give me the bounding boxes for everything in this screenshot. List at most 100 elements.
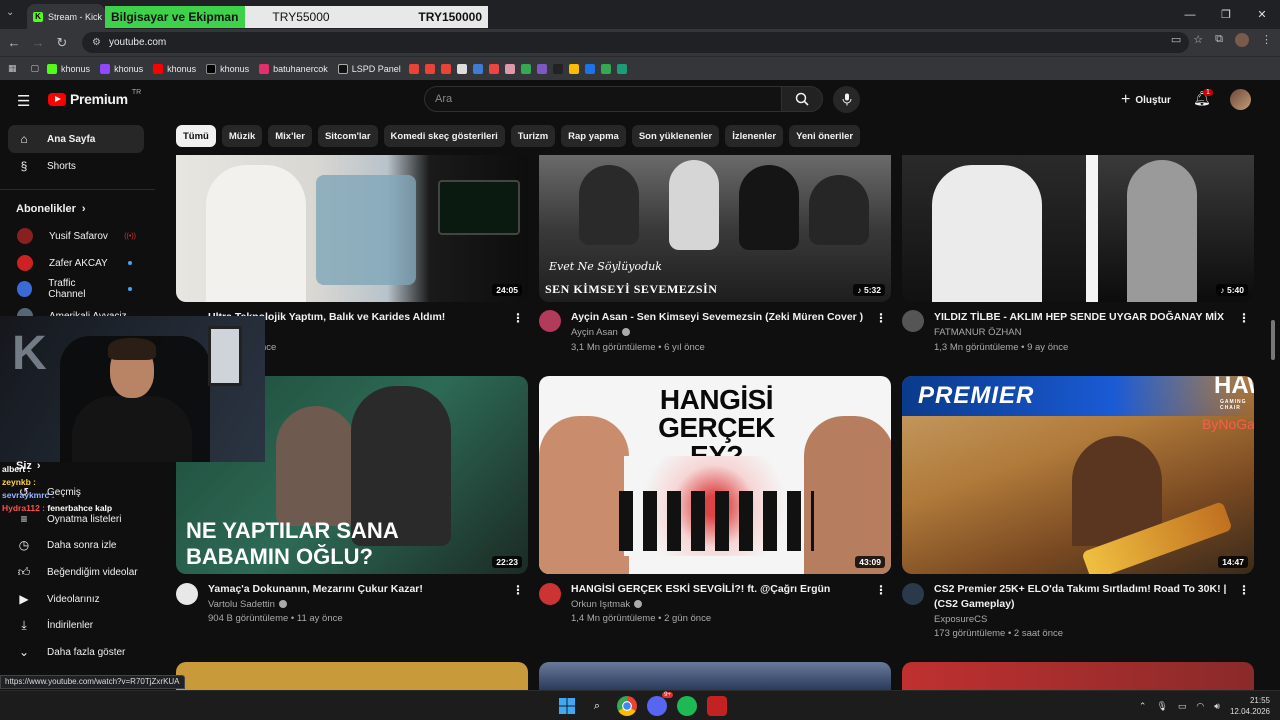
sidebar-item-downloads[interactable]: ⤓ İndirilenler	[8, 611, 144, 639]
subscription-item[interactable]: Zafer AKCAY	[8, 249, 144, 277]
video-thumbnail[interactable]: ♪ 5:40	[902, 155, 1254, 302]
subscription-item[interactable]: Yusif Safarov ((•))	[8, 222, 144, 250]
chevron-up-icon[interactable]: ⌃	[1139, 701, 1147, 712]
chip-mixes[interactable]: Mix'ler	[268, 125, 312, 147]
site-info-icon[interactable]: ⚙	[92, 37, 101, 48]
subscriptions-header[interactable]: Abonelikler ›	[16, 203, 86, 215]
gmail-icon[interactable]	[408, 63, 419, 74]
video-card[interactable]: Evet Ne Söylüyoduk SEN KİMSEYİ SEVEMEZSİ…	[539, 155, 891, 355]
volume-icon[interactable]: 🔊︎	[1214, 701, 1220, 712]
more-options-icon[interactable]: ⋮	[1238, 311, 1250, 325]
discord-icon[interactable]: 9+	[647, 692, 673, 716]
more-options-icon[interactable]: ⋮	[875, 311, 887, 325]
sidebar-item-home[interactable]: ⌂ Ana Sayfa	[8, 125, 144, 153]
chip-watched[interactable]: İzlenenler	[725, 125, 784, 147]
voice-search-button[interactable]	[833, 86, 860, 113]
chip-recently-uploaded[interactable]: Son yüklenenler	[631, 125, 720, 147]
youtube-logo[interactable]: Premium TR	[48, 89, 141, 107]
search-icon[interactable]: ⌕	[587, 696, 607, 716]
video-title[interactable]: YILDIZ TİLBE - AKLIM HEP SENDE UYGAR DOĞ…	[934, 310, 1224, 325]
more-options-icon[interactable]: ⋮	[512, 583, 524, 597]
account-avatar[interactable]	[1230, 89, 1251, 110]
video-card[interactable]: PREMIER HAWK GAMING CHAIR ByNoGame 14:47…	[902, 376, 1254, 646]
more-options-icon[interactable]: ⋮	[875, 583, 887, 597]
sidebar-item-shorts[interactable]: § Shorts	[8, 152, 144, 180]
sidebar-item-watch-later[interactable]: ◷ Daha sonra izle	[8, 531, 144, 559]
extensions-icon[interactable]: ⧉	[1215, 33, 1223, 47]
chip-tourism[interactable]: Turizm	[510, 125, 556, 147]
video-thumbnail[interactable]	[902, 662, 1254, 690]
reload-icon[interactable]: ↻	[50, 35, 74, 51]
chip-music[interactable]: Müzik	[221, 125, 263, 147]
video-title[interactable]: Yamaç'a Dokunanın, Mezarını Çukur Kazar!	[208, 582, 423, 597]
apps-grid-icon[interactable]: ▦	[8, 63, 17, 74]
cast-icon[interactable]: ▭	[1171, 33, 1181, 47]
channel-avatar[interactable]	[539, 583, 561, 605]
gmail-icon[interactable]	[424, 63, 435, 74]
subscription-item[interactable]: Traffic Channel	[8, 275, 144, 303]
more-options-icon[interactable]: ⋮	[512, 311, 524, 325]
sidebar-item-show-more[interactable]: ⌄ Daha fazla göster	[8, 638, 144, 666]
more-options-icon[interactable]: ⋮	[1238, 583, 1250, 597]
system-clock[interactable]: 21:55 12.04.2026	[1230, 695, 1270, 717]
bookmark-khonus-x[interactable]: khonus	[204, 63, 251, 74]
chip-new-to-you[interactable]: Yeni öneriler	[789, 125, 861, 147]
video-title[interactable]: HANGİSİ GERÇEK ESKİ SEVGİLİ?! ft. @Çağrı…	[571, 582, 830, 597]
wifi-icon[interactable]: ◠	[1196, 701, 1204, 712]
chip-rap[interactable]: Rap yapma	[561, 125, 626, 147]
profile-avatar[interactable]	[1235, 33, 1249, 47]
spotify-icon[interactable]	[677, 696, 697, 716]
bookmark-icon[interactable]	[568, 63, 579, 74]
video-thumbnail[interactable]: Evet Ne Söylüyoduk SEN KİMSEYİ SEVEMEZSİ…	[539, 155, 891, 302]
monitor-icon[interactable]: ▭	[1178, 701, 1187, 712]
drive-icon[interactable]	[584, 63, 595, 74]
video-card[interactable]: HANGİSİ GERÇEK EX? 43:09 HANGİSİ GERÇEK …	[539, 376, 891, 636]
channel-avatar[interactable]	[176, 583, 198, 605]
video-card[interactable]: ♪ 5:40 YILDIZ TİLBE - AKLIM HEP SENDE UY…	[902, 155, 1254, 355]
bookmark-icon[interactable]	[504, 63, 515, 74]
bookmark-khonus-kick[interactable]: khonus	[45, 63, 92, 74]
close-icon[interactable]: ✕	[1244, 8, 1280, 21]
bookmark-icon[interactable]	[488, 63, 499, 74]
bookmark-icon[interactable]	[616, 63, 627, 74]
minimize-icon[interactable]: —	[1172, 9, 1208, 21]
bookmark-star-icon[interactable]: ☆	[1193, 33, 1203, 47]
bookmark-khonus-twitch[interactable]: khonus	[98, 63, 145, 74]
create-button[interactable]: + Oluştur	[1121, 91, 1171, 109]
video-title[interactable]: Ayçin Asan - Sen Kimseyi Sevemezsin (Zek…	[571, 310, 863, 325]
channel-avatar[interactable]	[902, 310, 924, 332]
channel-name[interactable]: Ayçin Asan	[571, 327, 630, 338]
search-button[interactable]	[781, 86, 823, 112]
chip-sitcoms[interactable]: Sitcom'lar	[317, 125, 378, 147]
menu-icon[interactable]: ☰	[17, 92, 30, 110]
browser-tab[interactable]: K Stream - Kick D	[27, 4, 105, 29]
bookmark-icon[interactable]	[600, 63, 611, 74]
chip-comedy-sketches[interactable]: Komedi skeç gösterileri	[383, 125, 505, 147]
video-thumbnail[interactable]: 24:05	[176, 155, 528, 302]
back-icon[interactable]: ←	[2, 35, 26, 50]
bookmark-lspd-panel[interactable]: LSPD Panel	[336, 63, 403, 74]
docs-icon[interactable]	[456, 63, 467, 74]
video-title[interactable]: CS2 Premier 25K+ ELO'da Takımı Sırtladım…	[934, 582, 1234, 612]
forms-icon[interactable]	[536, 63, 547, 74]
chip-all[interactable]: Tümü	[176, 125, 216, 147]
channel-avatar[interactable]	[902, 583, 924, 605]
maximize-icon[interactable]: ❐	[1208, 8, 1244, 21]
chrome-icon[interactable]	[617, 696, 637, 716]
bookmark-batuhanercok[interactable]: batuhanercok	[257, 63, 330, 74]
bookmark-khonus-youtube[interactable]: khonus	[151, 63, 198, 74]
sidebar-item-liked[interactable]: 👍︎ Beğendiğim videolar	[8, 558, 144, 586]
search-input[interactable]: Ara	[424, 86, 782, 112]
bookmark-icon[interactable]	[472, 63, 483, 74]
url-field[interactable]: ⚙ youtube.com	[82, 32, 1189, 53]
sheets-icon[interactable]	[520, 63, 531, 74]
bookmark-icon[interactable]	[552, 63, 563, 74]
app-icon[interactable]	[707, 696, 727, 716]
channel-name[interactable]: Vartolu Sadettin	[208, 599, 287, 610]
channel-avatar[interactable]	[539, 310, 561, 332]
tab-search-icon[interactable]: ⌄	[6, 7, 14, 18]
browser-menu-icon[interactable]: ⋮	[1261, 33, 1272, 47]
channel-name[interactable]: ExposureCS	[934, 614, 987, 625]
gmail-icon[interactable]	[440, 63, 451, 74]
video-thumbnail[interactable]: PREMIER HAWK GAMING CHAIR ByNoGame 14:47	[902, 376, 1254, 574]
